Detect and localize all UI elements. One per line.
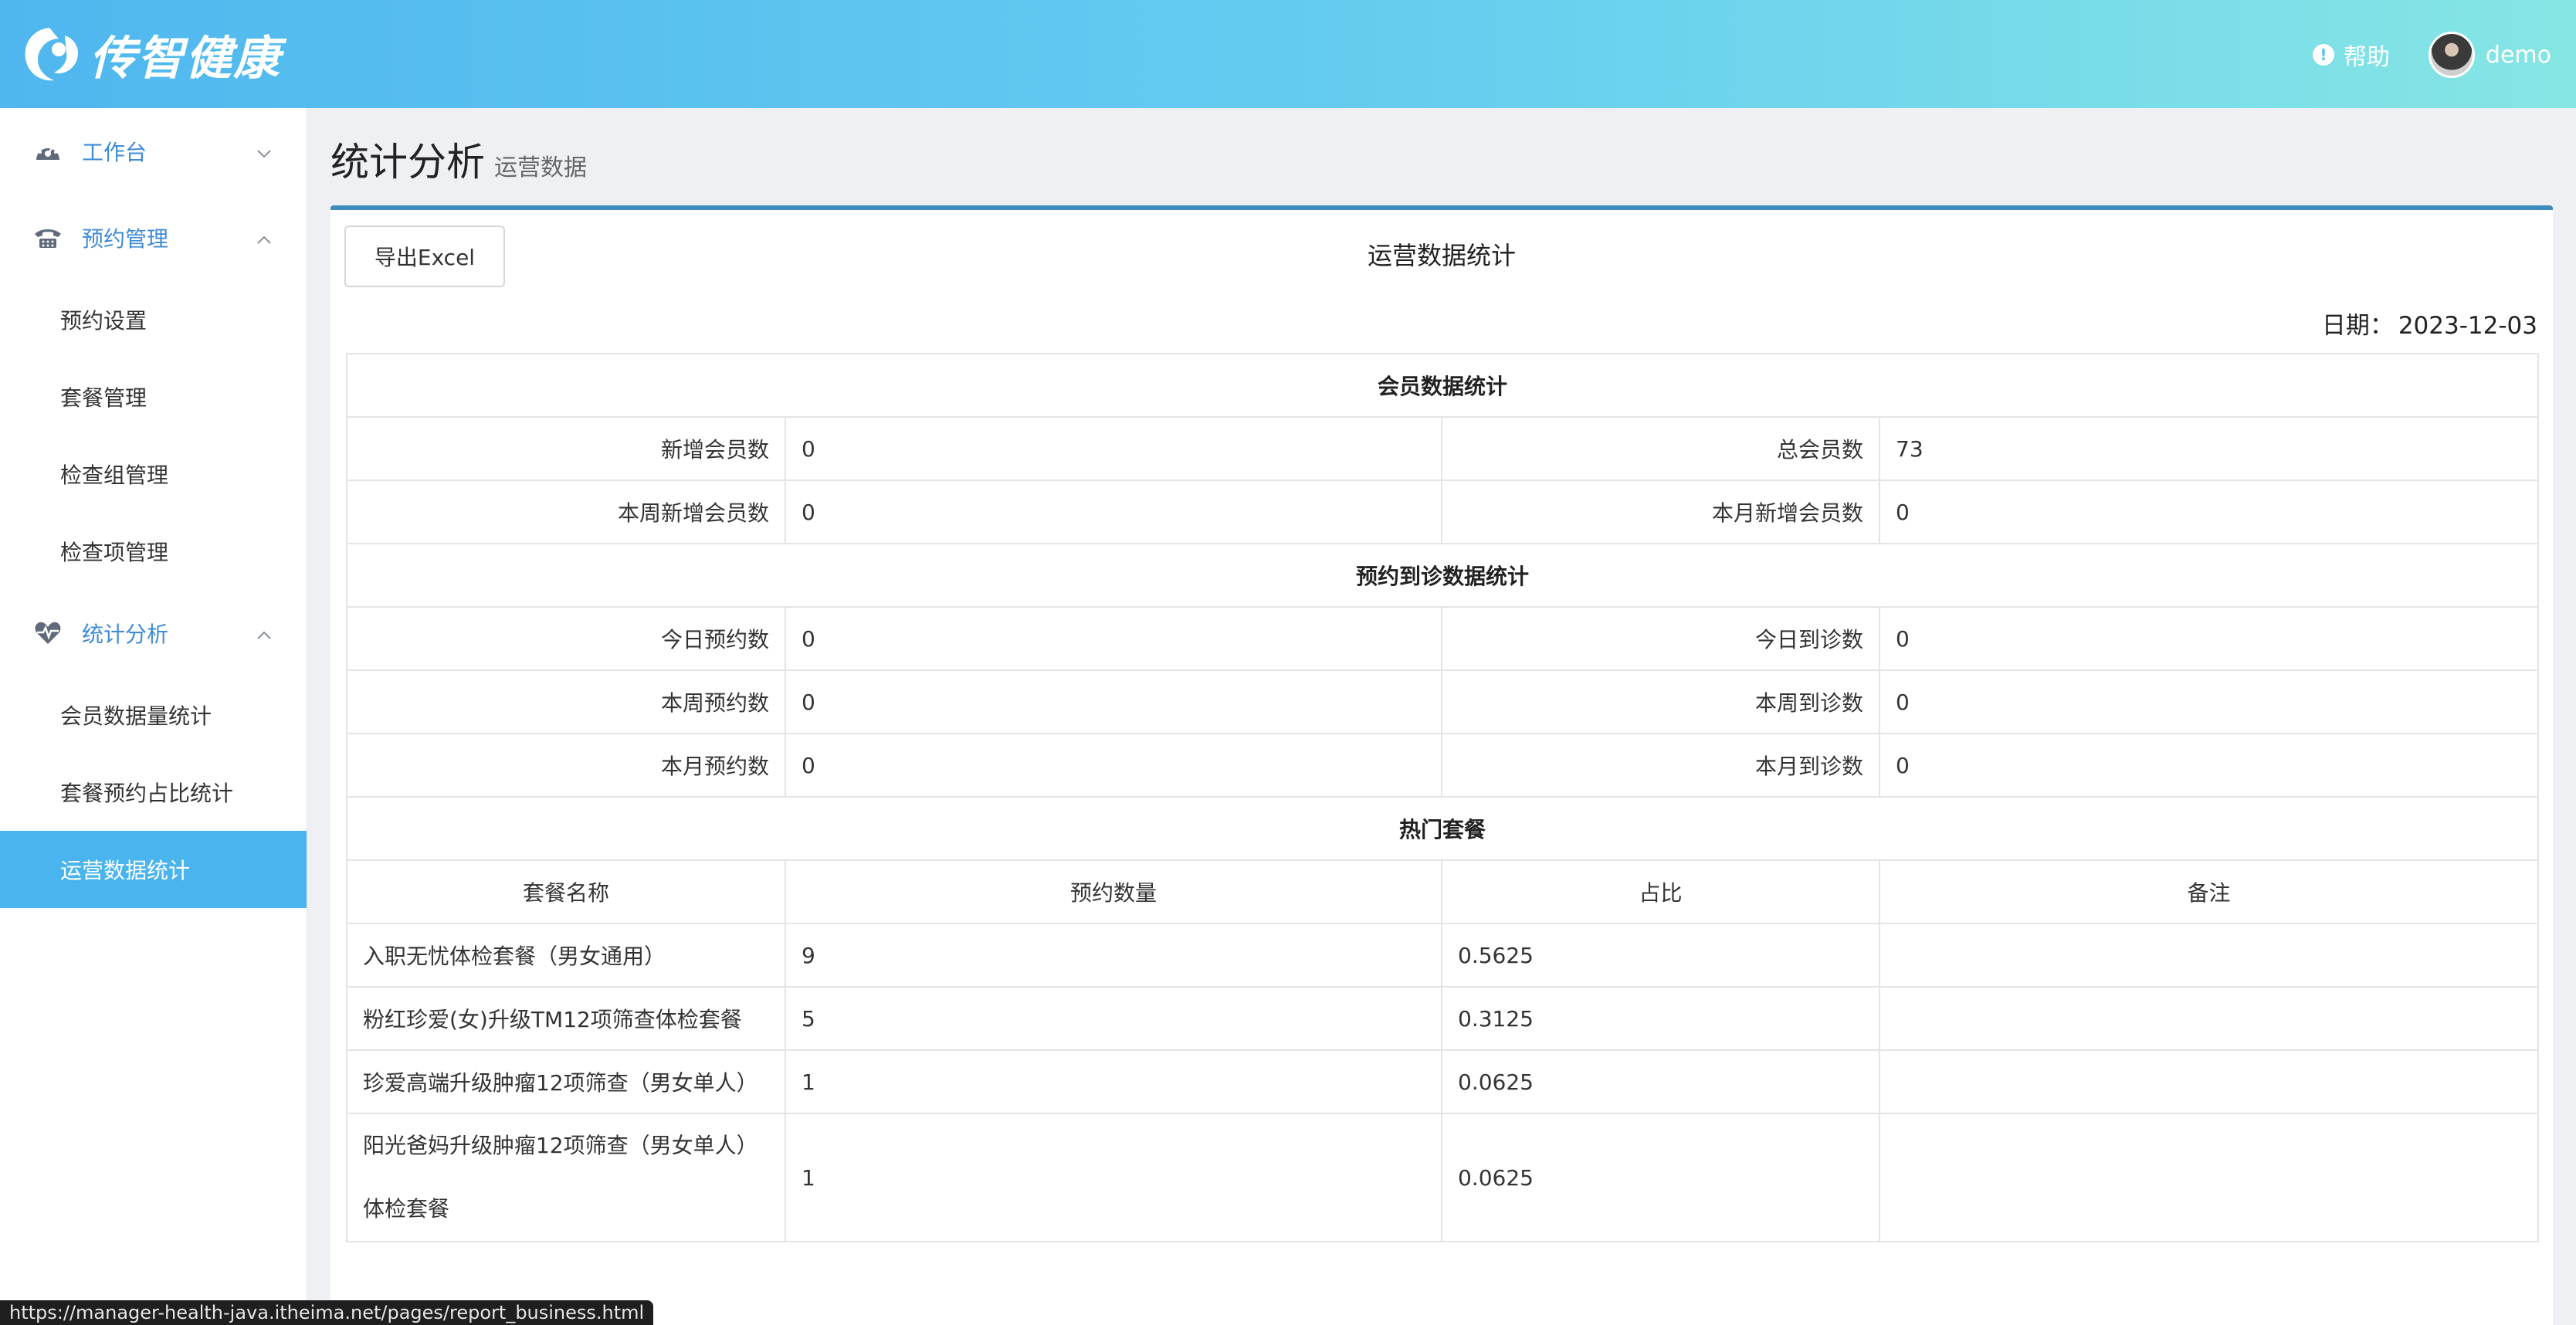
column-header: 占比 [1441, 859, 1880, 924]
package-remark [1878, 1049, 2540, 1114]
cell-value: 0 [1878, 606, 2540, 671]
cell-label: 总会员数 [1441, 416, 1880, 481]
package-ratio: 0.0625 [1441, 1113, 1880, 1242]
column-header: 备注 [1878, 859, 2540, 924]
table-row: 本周预约数 0 本周到诊数 0 [346, 669, 2540, 734]
top-header: 传智健康 ! 帮助 demo [0, 0, 2576, 108]
logo-mark-icon [19, 22, 83, 86]
sidebar-item-member-stats[interactable]: 会员数据量统计 [0, 676, 307, 754]
heartbeat-icon [32, 618, 63, 649]
package-ratio: 0.3125 [1441, 986, 1880, 1051]
cell-label: 新增会员数 [346, 416, 786, 481]
avatar[interactable] [2428, 32, 2475, 78]
section-title-hot-packages: 热门套餐 [345, 796, 2540, 861]
header-actions: ! 帮助 demo [2312, 28, 2551, 82]
report-panel: 导出Excel 运营数据统计 日期： 2023-12-03 会员数据统计 新增会员… [330, 205, 2553, 1325]
cell-label: 今日到诊数 [1441, 606, 1880, 671]
section-title-orders: 预约到诊数据统计 [345, 543, 2540, 608]
cell-label: 本周新增会员数 [346, 480, 786, 544]
date-value: 2023-12-03 [2398, 312, 2537, 340]
table-row: 珍爱高端升级肿瘤12项筛查（男女单人） 1 0.0625 [346, 1049, 2540, 1114]
sidebar-group-label: 预约管理 [82, 226, 169, 252]
main-content: 统计分析 运营数据 导出Excel 运营数据统计 日期： 2023-12-03 会… [307, 108, 2576, 1325]
cell-label: 本周预约数 [346, 669, 786, 734]
cell-value: 0 [1878, 669, 2540, 734]
dashboard-icon [32, 136, 63, 167]
package-name: 粉红珍爱(女)升级TM12项筛查体检套餐 [346, 986, 786, 1051]
cell-value: 0 [1878, 733, 2540, 798]
date-label: 日期： [2321, 312, 2394, 340]
page-subtitle: 运营数据 [494, 154, 587, 181]
column-header: 套餐名称 [346, 859, 786, 924]
cell-value: 0 [785, 733, 1442, 798]
cell-value: 0 [785, 480, 1442, 544]
logo-text: 传智健康 [90, 31, 281, 86]
package-name-line: 体检套餐 [363, 1196, 450, 1222]
package-remark [1878, 986, 2540, 1051]
column-header: 预约数量 [785, 859, 1442, 924]
package-remark [1878, 1113, 2540, 1242]
sidebar-item-package-ratio-stats[interactable]: 套餐预约占比统计 [0, 754, 307, 831]
sidebar: 工作台 预约管理 预约设置 套餐管理 检查组管理 检查项管理 统计分析 会员数据… [0, 108, 307, 1325]
sidebar-item-package-management[interactable]: 套餐管理 [0, 358, 307, 435]
sidebar-group-label: 统计分析 [82, 622, 169, 647]
table-row: 会员数据统计 [345, 353, 2540, 418]
table-row: 入职无忧体检套餐（男女通用） 9 0.5625 [346, 923, 2540, 988]
cell-value: 0 [785, 606, 1442, 671]
table-row: 本月预约数 0 本月到诊数 0 [346, 733, 2540, 798]
cell-value: 0 [785, 416, 1442, 481]
sidebar-group-label: 工作台 [82, 140, 147, 165]
table-row: 粉红珍爱(女)升级TM12项筛查体检套餐 5 0.3125 [346, 986, 2540, 1051]
phone-icon [32, 222, 63, 253]
logo[interactable]: 传智健康 [19, 22, 281, 86]
package-count: 1 [785, 1049, 1442, 1114]
sidebar-group-dashboard[interactable]: 工作台 [0, 108, 307, 195]
table-row: 阳光爸妈升级肿瘤12项筛查（男女单人） 体检套餐 1 0.0625 [346, 1113, 2540, 1242]
cell-value: 73 [1878, 416, 2540, 481]
package-name: 珍爱高端升级肿瘤12项筛查（男女单人） [346, 1049, 786, 1114]
report-date: 日期： 2023-12-03 [2322, 306, 2537, 341]
sidebar-item-appointment-settings[interactable]: 预约设置 [0, 281, 307, 358]
chevron-up-icon [256, 624, 273, 641]
table-row: 本周新增会员数 0 本月新增会员数 0 [346, 480, 2540, 544]
package-ratio: 0.5625 [1441, 923, 1880, 988]
sidebar-item-checkitem-management[interactable]: 检查项管理 [0, 513, 307, 590]
cell-label: 本月新增会员数 [1441, 480, 1880, 544]
cell-label: 本月预约数 [346, 733, 786, 798]
package-count: 1 [785, 1113, 1442, 1242]
report-table: 会员数据统计 新增会员数 0 总会员数 73 本周新增会员数 0 本月新增会员数… [345, 353, 2540, 1242]
help-link[interactable]: ! 帮助 [2312, 38, 2390, 72]
sidebar-group-statistics[interactable]: 统计分析 [0, 590, 307, 676]
cell-label: 今日预约数 [346, 606, 786, 671]
sidebar-item-checkgroup-management[interactable]: 检查组管理 [0, 435, 307, 513]
page-title-text: 统计分析 [330, 140, 485, 185]
status-bar-url: https://manager-health-java.itheima.net/… [0, 1300, 654, 1325]
chevron-down-icon [256, 142, 273, 159]
package-name-line: 阳光爸妈升级肿瘤12项筛查（男女单人） [363, 1133, 758, 1158]
table-row: 新增会员数 0 总会员数 73 [346, 416, 2540, 481]
chevron-up-icon [256, 229, 273, 246]
package-remark [1878, 923, 2540, 988]
package-count: 9 [785, 923, 1442, 988]
cell-value: 0 [785, 669, 1442, 734]
user-name[interactable]: demo [2486, 42, 2551, 69]
table-header-row: 套餐名称 预约数量 占比 备注 [346, 859, 2540, 924]
report-title: 运营数据统计 [1367, 241, 1516, 270]
cell-value: 0 [1878, 480, 2540, 544]
package-ratio: 0.0625 [1441, 1049, 1880, 1114]
help-label: 帮助 [2343, 44, 2390, 71]
table-row: 热门套餐 [345, 796, 2540, 861]
sidebar-group-appointment[interactable]: 预约管理 [0, 195, 307, 281]
cell-label: 本月到诊数 [1441, 733, 1880, 798]
section-title-members: 会员数据统计 [345, 353, 2540, 418]
package-name: 阳光爸妈升级肿瘤12项筛查（男女单人） 体检套餐 [346, 1113, 786, 1242]
package-name: 入职无忧体检套餐（男女通用） [346, 923, 786, 988]
page-title: 统计分析 运营数据 [330, 131, 587, 187]
sidebar-item-business-report[interactable]: 运营数据统计 [0, 831, 307, 908]
package-count: 5 [785, 986, 1442, 1051]
exclamation-circle-icon: ! [2312, 44, 2334, 66]
table-row: 预约到诊数据统计 [345, 543, 2540, 608]
cell-label: 本周到诊数 [1441, 669, 1880, 734]
table-row: 今日预约数 0 今日到诊数 0 [346, 606, 2540, 671]
